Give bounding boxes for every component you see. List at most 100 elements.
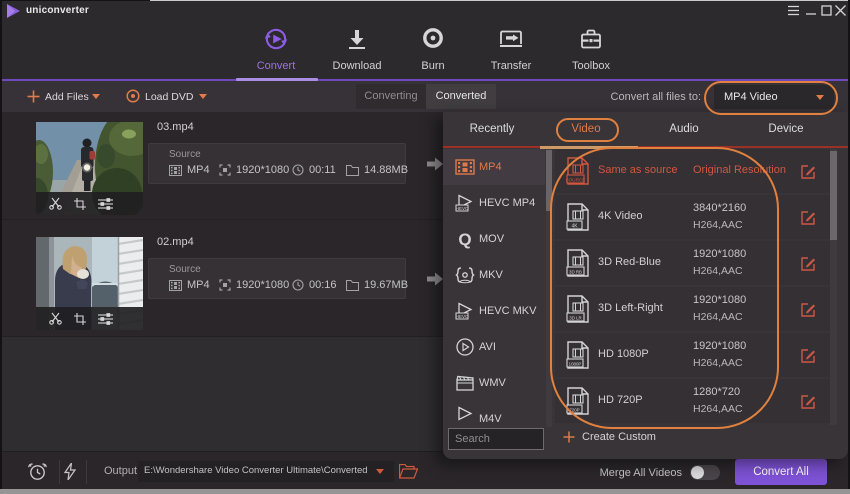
- preset-4k-video[interactable]: 4K 4K Video 3840*2160 H264,AAC: [555, 195, 830, 239]
- nav-tab-burn[interactable]: Burn: [393, 20, 473, 79]
- svg-text:3D LR: 3D LR: [569, 315, 581, 320]
- output-format-caret-icon: [816, 95, 824, 100]
- preset-list-scrollbar[interactable]: [830, 149, 837, 425]
- preset-hd-720p[interactable]: 720P HD 720P 1280*720 H264,AAC: [555, 379, 830, 423]
- trim-icon[interactable]: [49, 312, 62, 325]
- search-input[interactable]: [448, 428, 544, 450]
- preset-hd-1080p[interactable]: 1080P HD 1080P 1920*1080 H264,AAC: [555, 333, 830, 377]
- svg-text:HEVC: HEVC: [456, 206, 469, 211]
- edit-preset-icon[interactable]: [801, 164, 816, 179]
- burn-icon: [420, 26, 446, 52]
- preset-scrollbar-thumb[interactable]: [830, 151, 837, 240]
- hd-1080p-icon: 1080P: [566, 341, 590, 369]
- panel-tab-video[interactable]: Video: [546, 112, 626, 146]
- hevc-mkv-icon: HEVC: [455, 301, 475, 321]
- toolbox-icon: [578, 26, 604, 52]
- format-item-avi[interactable]: AVI: [443, 329, 545, 365]
- format-list-scrollbar[interactable]: [546, 149, 552, 427]
- format-item-mp4[interactable]: MP4: [443, 149, 545, 185]
- add-files-label[interactable]: Add Files: [45, 91, 89, 103]
- load-dvd-label[interactable]: Load DVD: [145, 91, 193, 103]
- resolution-value: 1920*1080: [236, 164, 289, 176]
- mov-icon: Q: [455, 229, 475, 249]
- panel-tab-device[interactable]: Device: [746, 112, 826, 146]
- load-dvd-caret-icon[interactable]: [199, 94, 207, 99]
- format-item-hevc-mp4[interactable]: HEVC HEVC MP4: [443, 185, 545, 221]
- format-item-hevc-mkv[interactable]: HEVC HEVC MKV: [443, 293, 545, 329]
- format-scrollbar-thumb[interactable]: [546, 150, 552, 211]
- film-icon: [169, 165, 182, 176]
- video-thumbnail-1: [36, 122, 143, 215]
- item-separator: [2, 336, 443, 337]
- main-nav: Convert Download Burn Transfer: [2, 20, 848, 79]
- format-label: MP4: [479, 161, 502, 173]
- preset-codec: H264,AAC: [693, 219, 743, 231]
- preset-resolution: 1920*1080: [693, 340, 746, 352]
- edit-preset-icon[interactable]: [801, 256, 816, 271]
- nav-tab-download[interactable]: Download: [317, 20, 397, 79]
- format-item-mov[interactable]: Q MOV: [443, 221, 545, 257]
- load-dvd-icon[interactable]: [126, 89, 140, 103]
- output-format-dropdown[interactable]: MP4 Video: [714, 85, 834, 109]
- svg-text:3D RB: 3D RB: [569, 269, 582, 274]
- folder-icon: [346, 165, 359, 176]
- merge-all-videos-label: Merge All Videos: [2, 467, 682, 479]
- minimize-icon[interactable]: [806, 5, 817, 16]
- edit-preset-icon[interactable]: [801, 348, 816, 363]
- 3d-left-right-icon: 3D LR: [566, 295, 590, 323]
- format-item-wmv[interactable]: WMV: [443, 365, 545, 401]
- window-edge: [0, 489, 850, 494]
- crop-icon[interactable]: [74, 313, 86, 325]
- maximize-icon[interactable]: [821, 5, 832, 16]
- file-name: 02.mp4: [157, 236, 194, 248]
- create-custom-button[interactable]: Create Custom: [563, 431, 656, 443]
- tab-converted[interactable]: Converted: [426, 84, 496, 109]
- preset-3d-red-blue[interactable]: 3D RB 3D Red-Blue 1920*1080 H264,AAC: [555, 241, 830, 285]
- crop-icon[interactable]: [74, 198, 86, 210]
- tab-converting[interactable]: Converting: [356, 84, 426, 109]
- preset-name: 3D Red-Blue: [598, 256, 661, 268]
- close-icon[interactable]: [835, 5, 846, 16]
- m4v-icon: [455, 405, 475, 425]
- mkv-icon: [455, 265, 475, 285]
- effects-icon[interactable]: [98, 313, 113, 325]
- nav-tab-transfer[interactable]: Transfer: [471, 20, 551, 79]
- convert-all-button[interactable]: Convert All: [735, 459, 827, 485]
- format-label: HEVC MP4: [479, 197, 535, 209]
- preset-same-as-source[interactable]: SOURCE Same as source Original Resolutio…: [555, 149, 830, 193]
- format-item-mkv[interactable]: MKV: [443, 257, 545, 293]
- plus-icon: [563, 431, 575, 443]
- preset-3d-left-right[interactable]: 3D LR 3D Left-Right 1920*1080 H264,AAC: [555, 287, 830, 331]
- panel-tab-recently[interactable]: Recently: [452, 112, 532, 146]
- source-info-box: Source MP4: [148, 143, 406, 184]
- folder-icon: [346, 280, 359, 291]
- hevc-mp4-icon: HEVC: [455, 193, 475, 213]
- format-label: HEVC MKV: [479, 305, 536, 317]
- nav-label-toolbox: Toolbox: [551, 60, 631, 72]
- file-row-2[interactable]: 02.mp4 Source MP4: [2, 230, 443, 334]
- add-files-caret-icon[interactable]: [92, 94, 100, 99]
- add-files-button[interactable]: [27, 88, 40, 106]
- format-label: MOV: [479, 233, 504, 245]
- format-label: M4V: [479, 413, 502, 425]
- source-info-box: Source MP4: [148, 258, 406, 299]
- menu-icon[interactable]: [788, 5, 799, 16]
- resolution-cell: 1920*1080: [219, 164, 289, 176]
- effects-icon[interactable]: [98, 198, 113, 210]
- edit-preset-icon[interactable]: [801, 210, 816, 225]
- merge-toggle[interactable]: [690, 465, 720, 480]
- svg-text:4K: 4K: [571, 223, 578, 229]
- nav-tab-convert[interactable]: Convert: [236, 20, 316, 79]
- size-cell: 14.88MB: [346, 164, 408, 176]
- format-item-m4v[interactable]: M4V: [443, 401, 545, 427]
- svg-text:720P: 720P: [569, 407, 579, 412]
- trim-icon[interactable]: [49, 197, 62, 210]
- edit-preset-icon[interactable]: [801, 302, 816, 317]
- format-cell: MP4: [169, 279, 210, 291]
- file-row-1[interactable]: 03.mp4 Source MP4: [2, 115, 443, 219]
- edit-preset-icon[interactable]: [801, 394, 816, 409]
- size-value: 19.67MB: [364, 279, 408, 291]
- preset-codec: H264,AAC: [693, 311, 743, 323]
- nav-tab-toolbox[interactable]: Toolbox: [551, 20, 631, 79]
- panel-tab-audio[interactable]: Audio: [644, 112, 724, 146]
